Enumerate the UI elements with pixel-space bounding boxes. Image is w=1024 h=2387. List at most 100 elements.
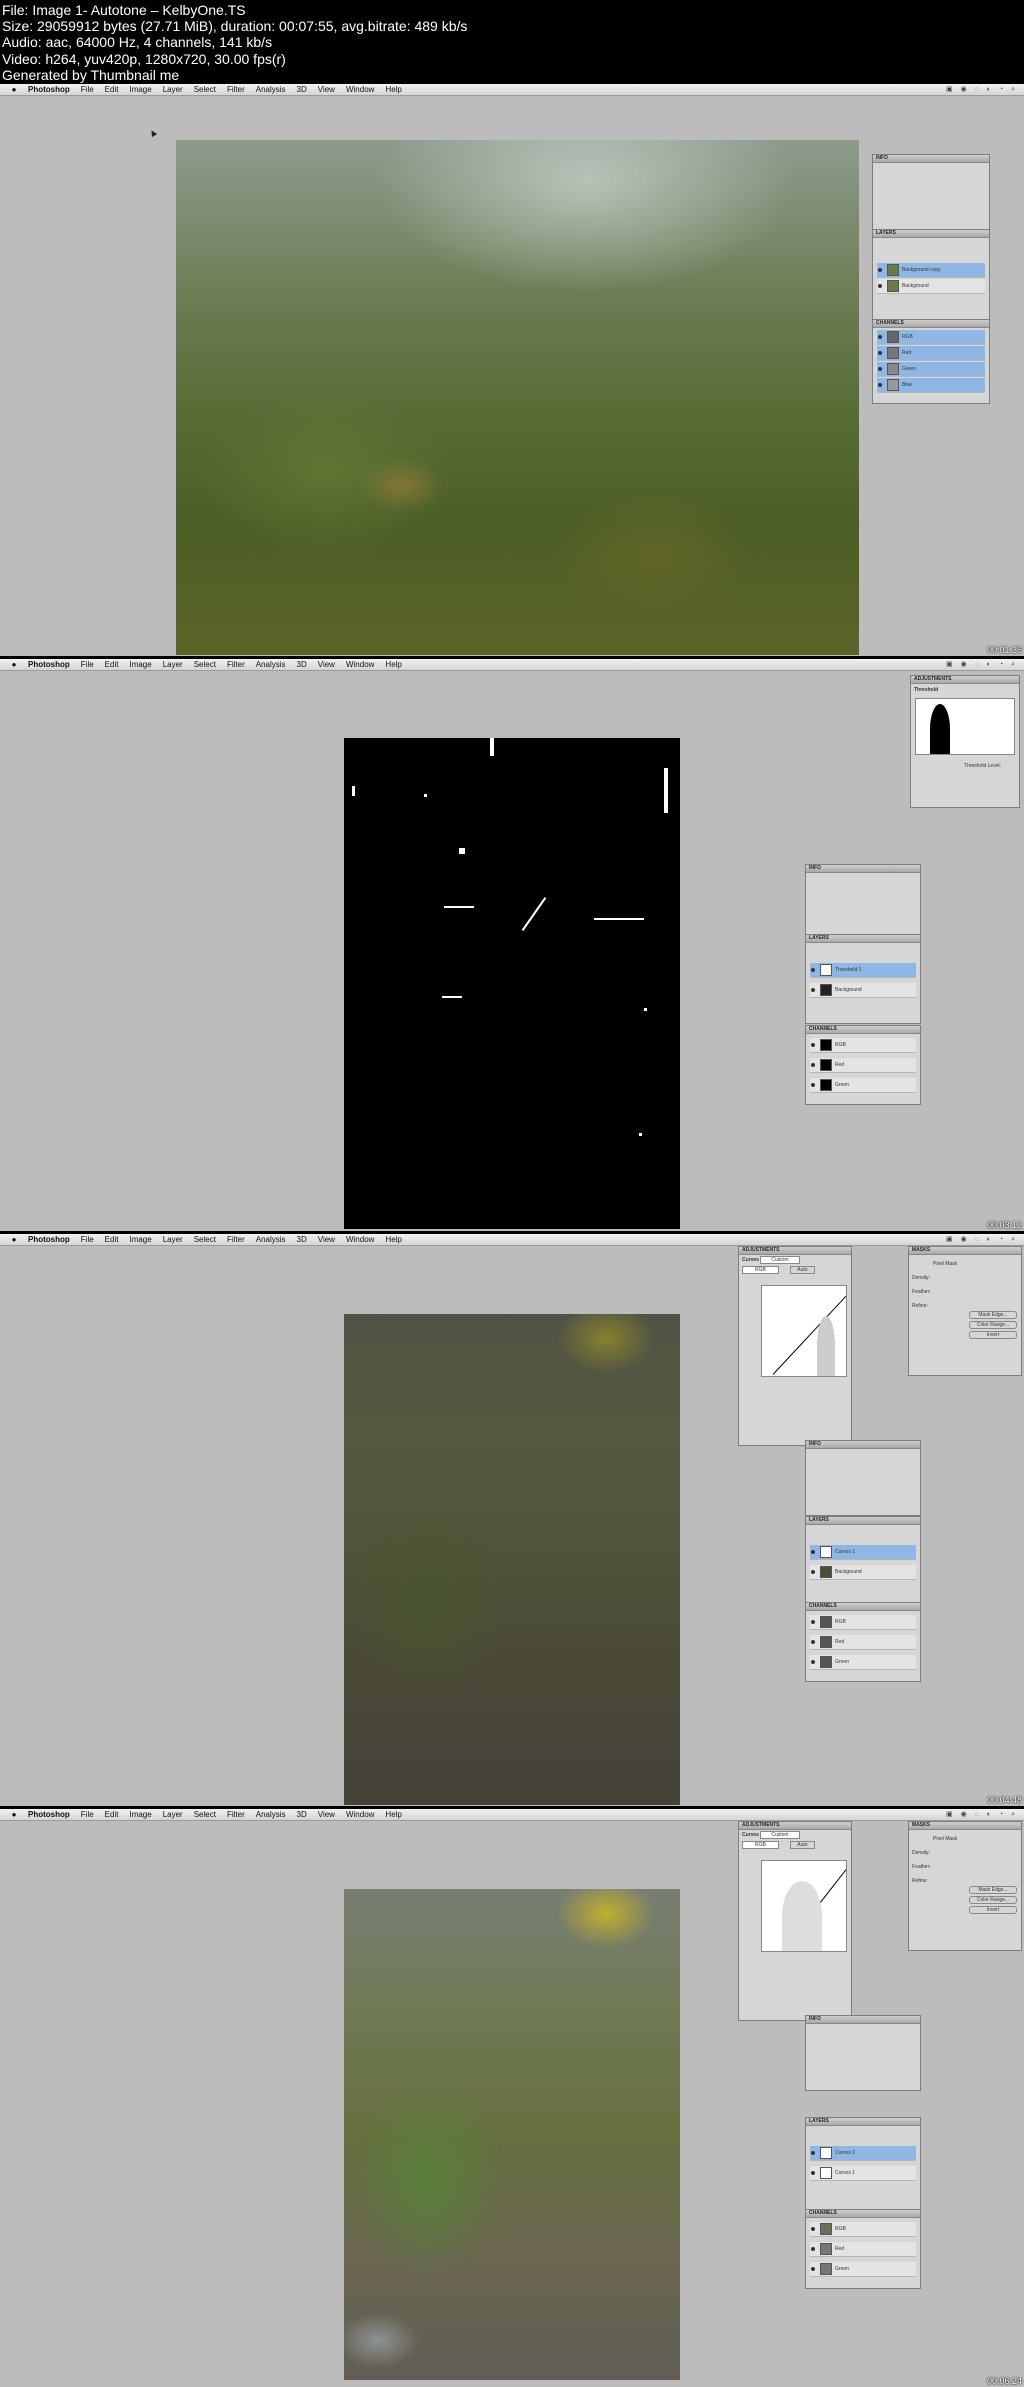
eye-icon[interactable] — [878, 268, 882, 272]
channel-row[interactable]: RGB — [810, 1615, 916, 1630]
layer-row[interactable]: Background — [810, 1565, 916, 1580]
channel-row[interactable]: Red — [810, 1058, 916, 1073]
eye-icon[interactable] — [811, 968, 815, 972]
menu-3d[interactable]: 3D — [297, 1234, 307, 1245]
menu-layer[interactable]: Layer — [163, 1234, 183, 1245]
preset-select[interactable]: Custom — [760, 1256, 800, 1264]
menu-select[interactable]: Select — [194, 659, 216, 670]
menu-3d[interactable]: 3D — [297, 659, 307, 670]
preset-select[interactable]: Custom — [760, 1831, 800, 1839]
menu-select[interactable]: Select — [194, 84, 216, 95]
auto-button[interactable]: Auto — [790, 1841, 815, 1849]
menu-layer[interactable]: Layer — [163, 659, 183, 670]
curves-graph[interactable] — [761, 1285, 847, 1377]
layer-row[interactable]: Curves 1 — [810, 1545, 916, 1560]
menu-photoshop[interactable]: Photoshop — [28, 1809, 70, 1820]
eye-icon[interactable] — [811, 1043, 815, 1047]
menu-filter[interactable]: Filter — [227, 1809, 245, 1820]
menu-file[interactable]: File — [81, 84, 94, 95]
eye-icon[interactable] — [811, 2227, 815, 2231]
eye-icon[interactable] — [811, 1063, 815, 1067]
menu-filter[interactable]: Filter — [227, 659, 245, 670]
menu-filter[interactable]: Filter — [227, 1234, 245, 1245]
apple-icon[interactable]: ● — [8, 1809, 20, 1820]
menu-edit[interactable]: Edit — [105, 84, 119, 95]
menu-photoshop[interactable]: Photoshop — [28, 659, 70, 670]
color-range-button[interactable]: Color Range... — [969, 1321, 1017, 1329]
menu-view[interactable]: View — [318, 1809, 335, 1820]
menu-analysis[interactable]: Analysis — [256, 1234, 286, 1245]
menu-image[interactable]: Image — [129, 1234, 151, 1245]
eye-icon[interactable] — [811, 1570, 815, 1574]
mask-edge-button[interactable]: Mask Edge... — [969, 1886, 1017, 1894]
apple-icon[interactable]: ● — [8, 659, 20, 670]
layer-row[interactable]: Curves 1 — [810, 2166, 916, 2181]
channel-row[interactable]: RGB — [810, 1038, 916, 1053]
channel-row[interactable]: Red — [810, 1635, 916, 1650]
channel-row[interactable]: Blue — [877, 378, 985, 393]
menu-help[interactable]: Help — [385, 659, 401, 670]
eye-icon[interactable] — [811, 1550, 815, 1554]
channel-row[interactable]: Green — [810, 1078, 916, 1093]
menu-analysis[interactable]: Analysis — [256, 84, 286, 95]
eye-icon[interactable] — [811, 2267, 815, 2271]
menu-edit[interactable]: Edit — [105, 1809, 119, 1820]
channel-select[interactable]: RGB — [742, 1266, 779, 1274]
menu-analysis[interactable]: Analysis — [256, 659, 286, 670]
channel-row[interactable]: Green — [810, 2262, 916, 2277]
invert-button[interactable]: Invert — [969, 1906, 1017, 1914]
menu-layer[interactable]: Layer — [163, 84, 183, 95]
eye-icon[interactable] — [811, 1620, 815, 1624]
menu-image[interactable]: Image — [129, 84, 151, 95]
menu-3d[interactable]: 3D — [297, 1809, 307, 1820]
menu-view[interactable]: View — [318, 659, 335, 670]
channel-row[interactable]: Green — [810, 1655, 916, 1670]
menu-layer[interactable]: Layer — [163, 1809, 183, 1820]
eye-icon[interactable] — [811, 1083, 815, 1087]
menu-select[interactable]: Select — [194, 1234, 216, 1245]
layer-row[interactable]: Background — [877, 279, 985, 294]
channel-row[interactable]: Green — [877, 362, 985, 377]
channel-row[interactable]: RGB — [810, 2222, 916, 2237]
apple-icon[interactable]: ● — [8, 84, 20, 95]
menu-image[interactable]: Image — [129, 1809, 151, 1820]
menu-help[interactable]: Help — [385, 1234, 401, 1245]
eye-icon[interactable] — [811, 2171, 815, 2175]
channel-row[interactable]: RGB — [877, 330, 985, 345]
layer-row[interactable]: Threshold 1 — [810, 963, 916, 978]
curves-graph[interactable] — [761, 1860, 847, 1952]
channel-select[interactable]: RGB — [742, 1841, 779, 1849]
menu-file[interactable]: File — [81, 1809, 94, 1820]
eye-icon[interactable] — [811, 1660, 815, 1664]
menu-edit[interactable]: Edit — [105, 1234, 119, 1245]
apple-icon[interactable]: ● — [8, 1234, 20, 1245]
menu-image[interactable]: Image — [129, 659, 151, 670]
menu-window[interactable]: Window — [346, 659, 374, 670]
eye-icon[interactable] — [878, 383, 882, 387]
eye-icon[interactable] — [878, 367, 882, 371]
menu-help[interactable]: Help — [385, 84, 401, 95]
auto-button[interactable]: Auto — [790, 1266, 815, 1274]
color-range-button[interactable]: Color Range... — [969, 1896, 1017, 1904]
menu-filter[interactable]: Filter — [227, 84, 245, 95]
menu-view[interactable]: View — [318, 84, 335, 95]
menu-window[interactable]: Window — [346, 1234, 374, 1245]
menu-edit[interactable]: Edit — [105, 659, 119, 670]
menu-photoshop[interactable]: Photoshop — [28, 1234, 70, 1245]
eye-icon[interactable] — [878, 351, 882, 355]
menu-select[interactable]: Select — [194, 1809, 216, 1820]
channel-row[interactable]: Red — [877, 346, 985, 361]
menu-analysis[interactable]: Analysis — [256, 1809, 286, 1820]
invert-button[interactable]: Invert — [969, 1331, 1017, 1339]
eye-icon[interactable] — [811, 988, 815, 992]
menu-view[interactable]: View — [318, 1234, 335, 1245]
eye-icon[interactable] — [878, 284, 882, 288]
menu-file[interactable]: File — [81, 1234, 94, 1245]
channel-row[interactable]: Red — [810, 2242, 916, 2257]
mask-edge-button[interactable]: Mask Edge... — [969, 1311, 1017, 1319]
layer-row[interactable]: Background copy — [877, 263, 985, 278]
menu-3d[interactable]: 3D — [297, 84, 307, 95]
layer-row[interactable]: Curves 2 — [810, 2146, 916, 2161]
eye-icon[interactable] — [811, 1640, 815, 1644]
layer-row[interactable]: Background — [810, 983, 916, 998]
